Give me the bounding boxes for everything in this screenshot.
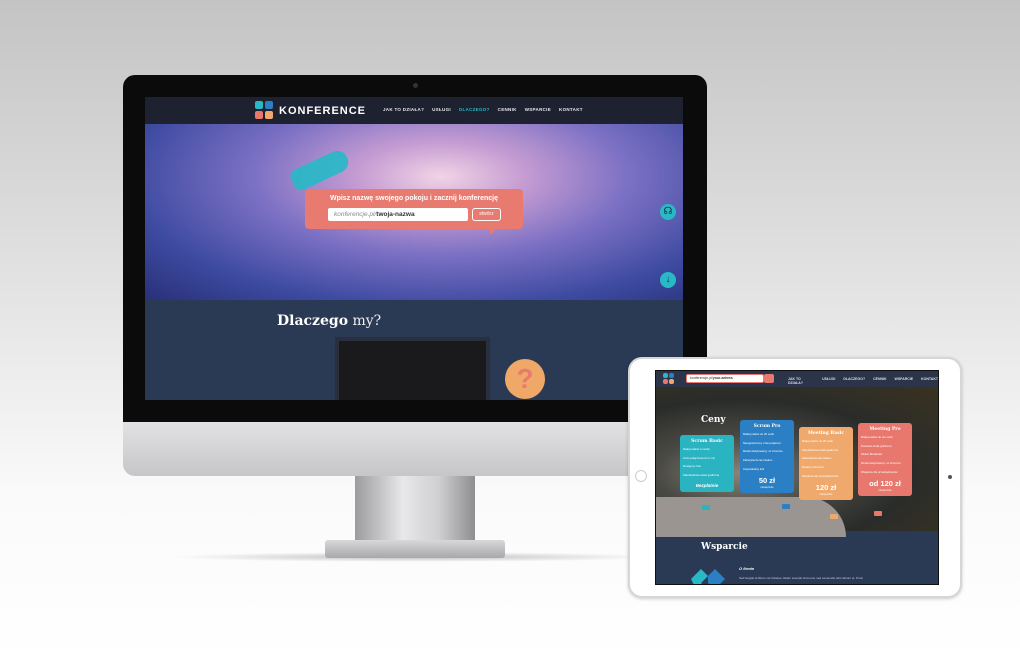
create-button[interactable]: stwórz	[472, 208, 501, 221]
top-nav: KONFERENCE JAK TO DZIAŁA? USŁUGI DLACZEG…	[145, 97, 683, 124]
plan-card: Scrum Basic Maksymalnie 2 osoby Czas połą…	[680, 435, 734, 492]
camera	[413, 83, 418, 88]
imac-stand	[355, 476, 475, 546]
plan-select-button[interactable]	[830, 514, 838, 519]
menu-item[interactable]: WSPARCIE	[525, 107, 551, 112]
pricing-title: Ceny	[701, 415, 726, 425]
room-name-input[interactable]: konferencje.pl/twoja-nazwa	[328, 208, 468, 221]
logo[interactable]: KONFERENCE	[255, 101, 366, 120]
support-icon[interactable]: ☊	[660, 204, 676, 220]
menu-item-active[interactable]: DLACZEGO?	[459, 107, 490, 112]
imac-foot	[325, 540, 505, 558]
menu-item[interactable]: WSPARCIE	[895, 377, 914, 385]
monitor-image	[335, 337, 490, 400]
brand-name: KONFERENCE	[279, 104, 367, 117]
plan-select-button[interactable]	[874, 511, 882, 516]
search-button[interactable]	[764, 374, 774, 383]
plan-select-button[interactable]	[782, 504, 790, 509]
menu-item[interactable]: KONTAKT	[921, 377, 938, 385]
tablet-nav: konferencje.pl/your-adress JAK TO DZIAŁA…	[656, 371, 938, 387]
menu-item[interactable]: CENNIK	[498, 107, 517, 112]
support-title: Wsparcie	[701, 542, 748, 552]
room-form: Wpisz nazwę swojego pokoju i zacznij kon…	[305, 189, 523, 235]
home-button	[635, 470, 647, 482]
tablet-screen: Ceny Scrum Basic Maksymalnie 2 osoby Czas…	[655, 370, 939, 585]
company-logo-icon	[691, 569, 725, 584]
ipad-device: Ceny Scrum Basic Maksymalnie 2 osoby Czas…	[628, 357, 962, 598]
menu-item[interactable]: KONTAKT	[559, 107, 583, 112]
about-title: O firmie	[739, 566, 755, 571]
menu-item[interactable]: CENNIK	[873, 377, 886, 385]
hero-section: Wpisz nazwę swojego pokoju i zacznij kon…	[145, 124, 683, 300]
menu-item[interactable]: JAK TO DZIAŁA?	[383, 107, 424, 112]
bubble-tail	[490, 229, 496, 235]
hero-title: Wpisz nazwę swojego pokoju i zacznij kon…	[329, 195, 499, 202]
menu-item[interactable]: DLACZEGO?	[843, 377, 865, 385]
about-text: Sed feugiat at libero vel tristique. Eti…	[739, 576, 864, 580]
url-value: twoja-nazwa	[376, 211, 415, 218]
plan-card: Meeting Basic Maksymalnie do 20 osób Stan…	[799, 427, 853, 500]
url-prefix: konferencje.pl/	[334, 211, 377, 218]
desktop-screen: Wpisz nazwę swojego pokoju i zacznij kon…	[145, 97, 683, 400]
tablet-search-input[interactable]: konferencje.pl/your-adress	[686, 374, 764, 383]
plan-price: 50 zł	[758, 476, 776, 486]
logo-icon[interactable]	[663, 373, 675, 385]
menu-item[interactable]: USŁUGI	[822, 377, 835, 385]
plan-price: Bezpłatnie	[695, 482, 719, 488]
pricing-section: Ceny Scrum Basic Maksymalnie 2 osoby Czas…	[656, 387, 938, 537]
plan-card: Scrum Pro Maksymalnie do 20 osób Nieogran…	[740, 420, 794, 493]
tablet-menu: JAK TO DZIAŁA? USŁUGI DLACZEGO? CENNIK W…	[788, 377, 938, 385]
main-menu: JAK TO DZIAŁA? USŁUGI DLACZEGO? CENNIK W…	[383, 107, 583, 112]
menu-item[interactable]: USŁUGI	[432, 107, 451, 112]
question-icon: ?	[505, 359, 545, 399]
logo-icon	[255, 101, 274, 120]
imac-device: Wpisz nazwę swojego pokoju i zacznij kon…	[123, 75, 707, 422]
menu-item[interactable]: JAK TO DZIAŁA?	[788, 377, 814, 385]
section-title: Dlaczego my?	[277, 313, 382, 329]
imac-chin	[123, 422, 707, 476]
rocket-icon	[288, 147, 352, 193]
plan-price: od 120 zł	[869, 479, 901, 489]
plan-card: Meeting Pro Maksymalnie do stu osób Dowol…	[858, 423, 912, 496]
rock-background	[656, 497, 846, 537]
scroll-down-icon[interactable]: ↓	[660, 272, 676, 288]
plan-select-button[interactable]	[702, 505, 710, 510]
plan-price: 120 zł	[815, 483, 837, 493]
camera	[948, 475, 952, 479]
